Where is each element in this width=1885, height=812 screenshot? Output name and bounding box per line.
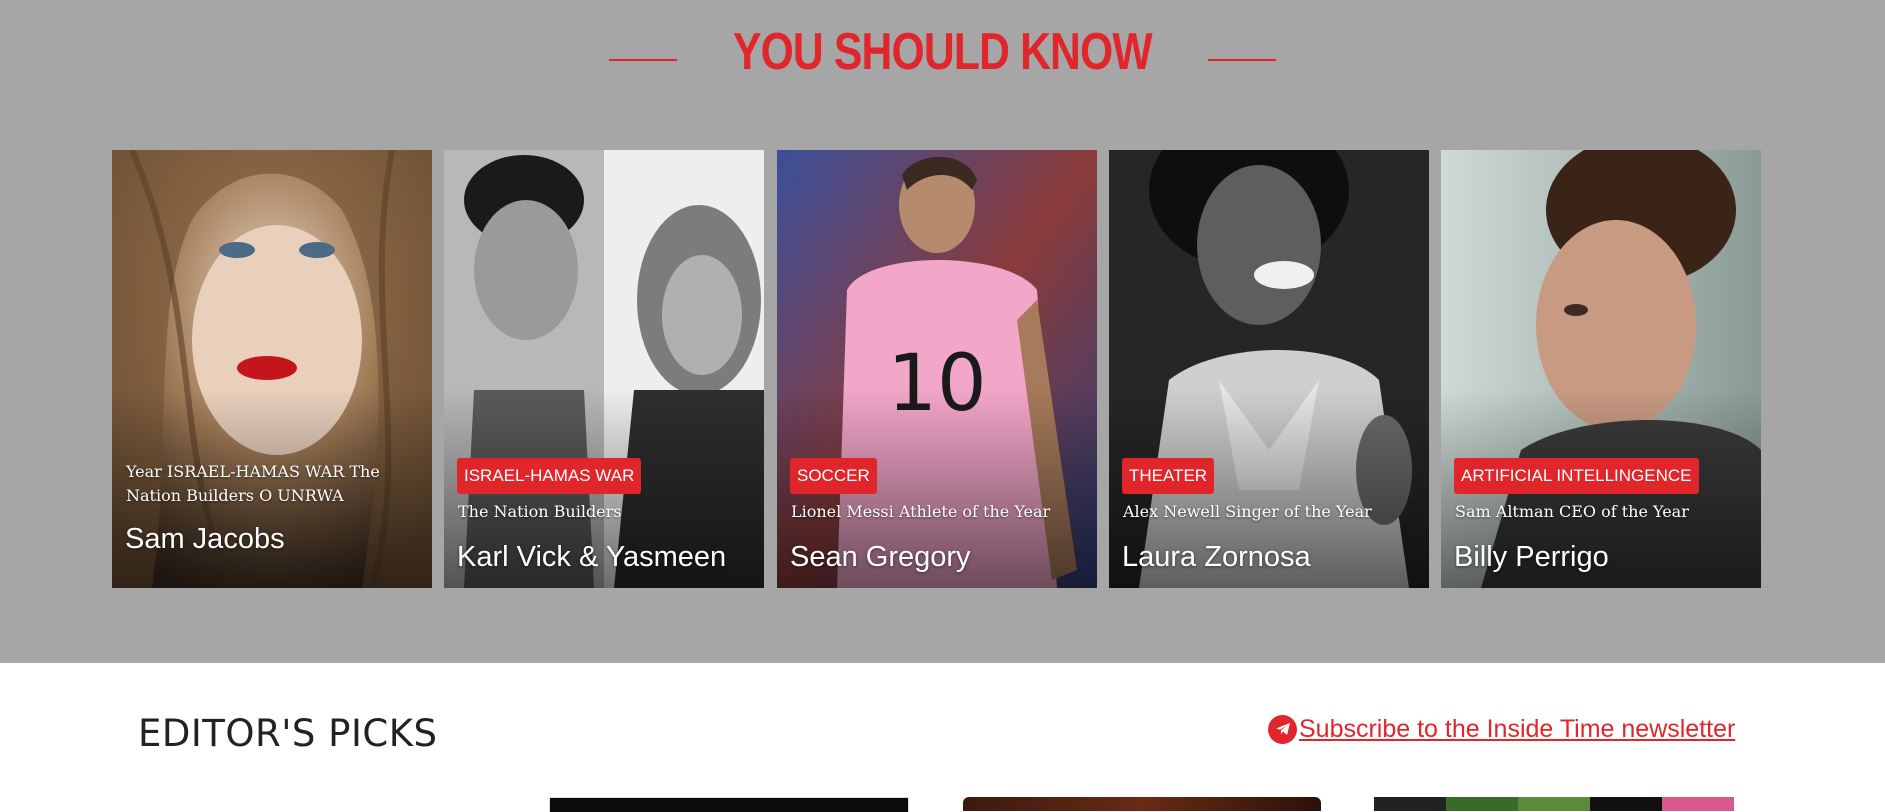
card-tag[interactable]: ARTIFICIAL INTELLINGENCE bbox=[1454, 458, 1699, 494]
story-cards: Year ISRAEL-HAMAS WAR The Nation Builder… bbox=[112, 150, 1762, 588]
editors-pick-thumbnail[interactable] bbox=[549, 797, 909, 812]
section-title: YOU SHOULD KNOW bbox=[733, 23, 1153, 81]
card-subtitle: The Nation Builders bbox=[458, 502, 622, 521]
card-author[interactable]: Sam Jacobs bbox=[125, 521, 285, 557]
section-heading: YOU SHOULD KNOW bbox=[0, 22, 1885, 82]
card-author[interactable]: Billy Perrigo bbox=[1454, 539, 1609, 575]
story-card[interactable]: 10 SOCCER Lionel Messi Athlete of the Ye… bbox=[777, 150, 1097, 588]
card-author[interactable]: Karl Vick & Yasmeen bbox=[457, 539, 726, 575]
subscribe-newsletter-link[interactable]: Subscribe to the Inside Time newsletter bbox=[1268, 714, 1735, 744]
editors-pick-thumbnail[interactable] bbox=[963, 797, 1321, 811]
card-subtitle: Sam Altman CEO of the Year bbox=[1455, 502, 1689, 521]
card-subtitle: Alex Newell Singer of the Year bbox=[1123, 502, 1372, 521]
heading-rule-left bbox=[609, 59, 678, 61]
story-card[interactable]: THEATER Alex Newell Singer of the Year L… bbox=[1109, 150, 1429, 588]
editors-picks-title: EDITOR'S PICKS bbox=[138, 712, 438, 755]
story-card[interactable]: ARTIFICIAL INTELLINGENCE Sam Altman CEO … bbox=[1441, 150, 1761, 588]
story-card[interactable]: ISRAEL-HAMAS WAR The Nation Builders Kar… bbox=[444, 150, 764, 588]
heading-rule-right bbox=[1207, 59, 1276, 61]
telegram-icon bbox=[1268, 714, 1297, 744]
you-should-know-section: YOU SHOULD KNOW Year ISRAEL-HAMAS WAR Th… bbox=[0, 0, 1885, 663]
editors-pick-thumbnail[interactable] bbox=[1374, 797, 1734, 811]
card-author[interactable]: Sean Gregory bbox=[790, 539, 971, 575]
card-tag[interactable]: SOCCER bbox=[790, 458, 877, 494]
story-card[interactable]: Year ISRAEL-HAMAS WAR The Nation Builder… bbox=[112, 150, 432, 588]
card-subtitle: Lionel Messi Athlete of the Year bbox=[791, 502, 1051, 521]
card-tag[interactable]: THEATER bbox=[1122, 458, 1215, 494]
card-tag[interactable]: ISRAEL-HAMAS WAR bbox=[457, 458, 642, 494]
card-author[interactable]: Laura Zornosa bbox=[1122, 539, 1311, 575]
subscribe-label[interactable]: Subscribe to the Inside Time newsletter bbox=[1299, 714, 1735, 744]
card-subtitle: Year ISRAEL-HAMAS WAR The Nation Builder… bbox=[126, 462, 380, 505]
